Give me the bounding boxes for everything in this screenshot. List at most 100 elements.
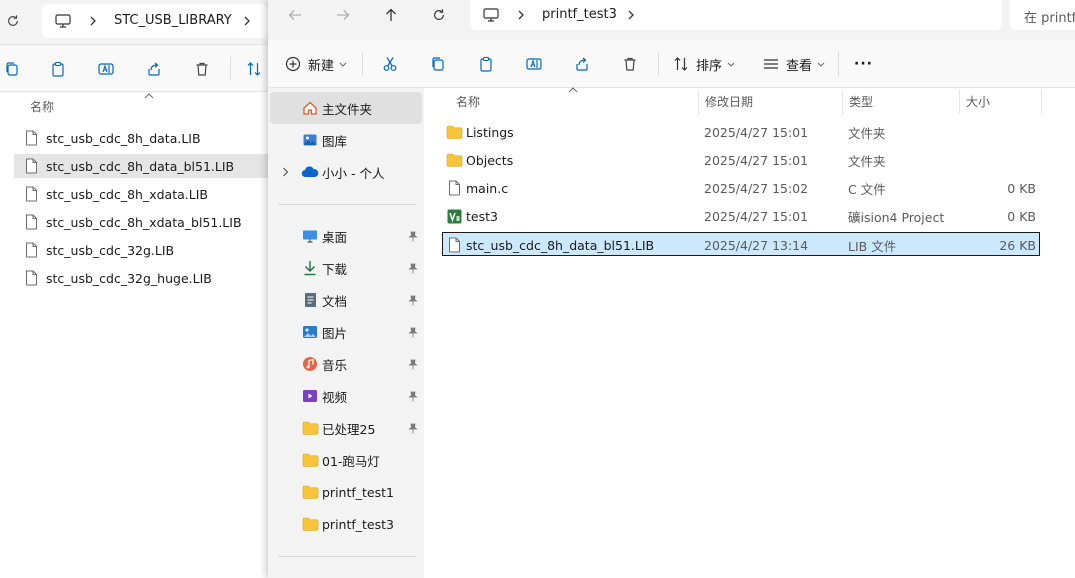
rename-button[interactable] xyxy=(524,40,544,88)
back-file-row[interactable]: stc_usb_cdc_8h_xdata.LIB xyxy=(14,182,268,206)
back-file-list: 名称 stc_usb_cdc_8h_data.LIB stc_usb_cdc_8h… xyxy=(0,92,268,578)
back-address-text[interactable]: STC_USB_LIBRARY xyxy=(114,13,232,28)
column-header-date[interactable]: 修改日期 xyxy=(705,88,753,114)
file-name: main.c xyxy=(466,180,509,196)
chevron-right-icon[interactable] xyxy=(240,13,254,29)
nav-item-quick-access[interactable]: 音乐 xyxy=(268,348,424,380)
nav-label: printf_test1 xyxy=(322,484,394,500)
nav-item-gallery[interactable]: 图库 xyxy=(268,124,424,156)
file-row[interactable]: Listings 2025/4/27 15:01 文件夹 xyxy=(442,120,1040,144)
more-options-button[interactable]: ··· xyxy=(854,40,873,88)
sort-icon[interactable] xyxy=(244,59,264,79)
sort-button[interactable]: 排序 xyxy=(672,40,736,88)
nav-item-quick-access[interactable]: 01-跑马灯 xyxy=(268,444,424,476)
rename-icon[interactable] xyxy=(96,59,116,79)
file-row[interactable]: Objects 2025/4/27 15:01 文件夹 xyxy=(442,148,1040,172)
pin-icon[interactable] xyxy=(408,231,418,242)
address-bar[interactable]: printf_test3 xyxy=(470,0,1002,30)
back-file-row[interactable]: stc_usb_cdc_8h_data.LIB xyxy=(14,126,268,150)
pin-icon[interactable] xyxy=(408,359,418,370)
file-row[interactable]: test3 2025/4/27 15:01 礦ision4 Project 0 KB xyxy=(442,204,1040,228)
paste-button[interactable] xyxy=(476,40,496,88)
file-size: 0 KB xyxy=(1007,180,1036,196)
file-type: 礦ision4 Project xyxy=(848,209,945,225)
cut-button[interactable] xyxy=(380,40,400,88)
back-file-row[interactable]: stc_usb_cdc_8h_xdata_bl51.LIB xyxy=(14,210,268,234)
pin-icon[interactable] xyxy=(408,423,418,434)
back-arrow-icon[interactable] xyxy=(284,5,306,25)
delete-icon[interactable] xyxy=(192,59,212,79)
chevron-down-icon xyxy=(338,62,348,67)
folder-icon xyxy=(300,514,320,534)
file-row[interactable]: stc_usb_cdc_8h_data_bl51.LIB 2025/4/27 13… xyxy=(442,232,1040,256)
file-size: 26 KB xyxy=(999,237,1036,253)
nav-item-quick-access[interactable]: 视频 xyxy=(268,380,424,412)
nav-item-onedrive[interactable]: 小小 - 个人 xyxy=(268,156,424,188)
new-button[interactable]: 新建 xyxy=(284,40,348,88)
file-name: stc_usb_cdc_32g.LIB xyxy=(46,242,175,258)
view-button[interactable]: 查看 xyxy=(762,40,826,88)
nav-item-quick-access[interactable]: 文档 xyxy=(268,284,424,316)
search-placeholder[interactable]: 在 printf xyxy=(1024,7,1075,26)
chevron-right-icon[interactable] xyxy=(280,166,290,178)
file-list: 名称 修改日期 类型 大小 Listings 2025/4/27 15:01 文件夹… xyxy=(424,87,1075,578)
nav-item-quick-access[interactable]: 桌面 xyxy=(268,220,424,252)
share-button[interactable] xyxy=(572,40,592,88)
file-name: stc_usb_cdc_8h_data.LIB xyxy=(46,130,201,146)
pin-icon[interactable] xyxy=(408,263,418,274)
nav-item-quick-access[interactable]: 图片 xyxy=(268,316,424,348)
pin-icon[interactable] xyxy=(408,295,418,306)
search-box[interactable]: 在 printf xyxy=(1010,0,1075,30)
back-file-row[interactable]: stc_usb_cdc_32g.LIB xyxy=(14,238,268,262)
home-icon xyxy=(300,98,320,118)
nav-item-quick-access[interactable]: printf_test1 xyxy=(268,476,424,508)
up-arrow-icon[interactable] xyxy=(380,4,402,26)
address-text[interactable]: printf_test3 xyxy=(542,7,617,22)
chevron-right-icon[interactable] xyxy=(624,7,638,23)
column-header-size[interactable]: 大小 xyxy=(966,88,990,114)
column-separator[interactable] xyxy=(842,90,843,114)
nav-label: 已处理25 xyxy=(322,421,376,437)
back-file-row[interactable]: stc_usb_cdc_32g_huge.LIB xyxy=(14,266,268,290)
pin-icon[interactable] xyxy=(408,391,418,402)
nav-item-quick-access[interactable]: printf_test3 xyxy=(268,508,424,540)
copy-button[interactable] xyxy=(428,40,448,88)
back-column-name[interactable]: 名称 xyxy=(30,98,54,115)
refresh-icon[interactable] xyxy=(428,4,450,26)
nav-item-quick-access[interactable]: 下载 xyxy=(268,252,424,284)
toolbar-separator xyxy=(230,57,231,81)
folder-icon xyxy=(300,482,320,502)
paste-icon xyxy=(476,54,496,74)
back-file-row[interactable]: stc_usb_cdc_8h_data_bl51.LIB xyxy=(14,154,268,178)
file-row[interactable]: main.c 2025/4/27 15:02 C 文件 0 KB xyxy=(442,176,1040,200)
column-separator[interactable] xyxy=(959,90,960,114)
file-date: 2025/4/27 15:01 xyxy=(704,208,809,224)
file-name: Objects xyxy=(466,152,514,168)
folder-icon xyxy=(300,450,320,470)
paste-icon[interactable] xyxy=(48,59,68,79)
file-name: stc_usb_cdc_8h_data_bl51.LIB xyxy=(46,158,235,174)
share-icon[interactable] xyxy=(144,59,164,79)
chevron-right-icon[interactable] xyxy=(86,13,100,29)
forward-arrow-icon[interactable] xyxy=(332,5,354,25)
nav-label: 01-跑马灯 xyxy=(322,453,380,469)
nav-label: 下载 xyxy=(322,261,348,277)
back-address-bar[interactable]: STC_USB_LIBRARY xyxy=(42,4,268,38)
column-separator[interactable] xyxy=(698,90,699,114)
column-header-type[interactable]: 类型 xyxy=(849,88,873,114)
column-header-name[interactable]: 名称 xyxy=(456,88,480,114)
pin-icon[interactable] xyxy=(408,327,418,338)
music-icon xyxy=(300,354,320,374)
file-icon xyxy=(20,158,42,174)
column-separator[interactable] xyxy=(1041,90,1042,114)
nav-item-home[interactable]: 主文件夹 xyxy=(270,92,422,124)
refresh-icon[interactable] xyxy=(2,10,24,32)
file-name: stc_usb_cdc_8h_xdata.LIB xyxy=(46,186,208,202)
document-icon xyxy=(300,290,320,310)
nav-label: 桌面 xyxy=(322,229,348,245)
file-name: Listings xyxy=(466,124,514,140)
chevron-right-icon[interactable] xyxy=(514,7,528,23)
copy-icon[interactable] xyxy=(2,59,22,79)
nav-item-quick-access[interactable]: 已处理25 xyxy=(268,412,424,444)
delete-button[interactable] xyxy=(620,40,640,88)
